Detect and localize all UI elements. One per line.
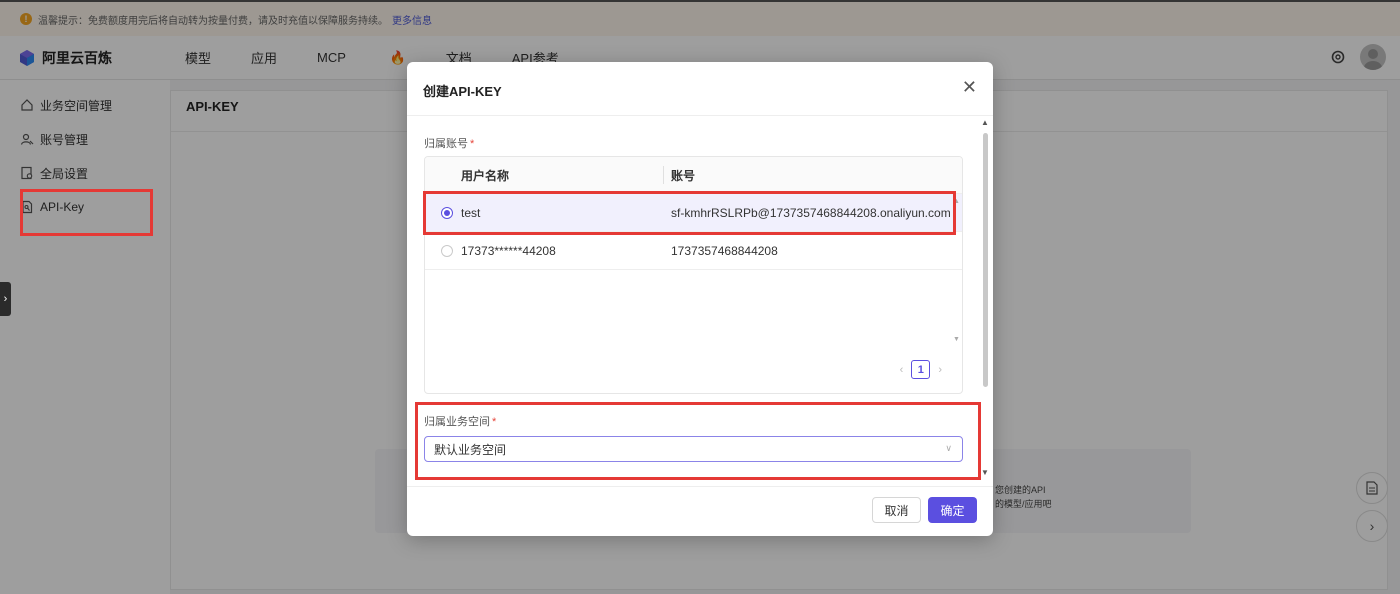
column-header-username: 用户名称 (461, 168, 510, 183)
column-header-account: 账号 (671, 168, 696, 183)
pager-next-icon[interactable]: › (938, 364, 942, 376)
sidebar-expand-toggle[interactable]: › (0, 282, 11, 316)
annotation-box-workspace (415, 402, 981, 480)
scrollbar-thumb[interactable] (983, 133, 988, 387)
dialog-title: 创建API-KEY (423, 84, 502, 99)
row-username: 17373******44208 (461, 244, 556, 258)
cancel-button[interactable]: 取消 (872, 497, 921, 523)
annotation-box-sidebar-api-key (20, 189, 153, 236)
annotation-box-selected-row (423, 191, 956, 235)
pager-current-page[interactable]: 1 (911, 360, 931, 379)
account-label-text: 归属账号 (424, 138, 468, 150)
pagination: ‹ 1 › (900, 360, 942, 379)
account-field-label: 归属账号 * (424, 135, 474, 151)
scroll-down-icon[interactable]: ▼ (981, 468, 989, 477)
dialog-footer: 取消 确定 (407, 486, 993, 536)
scroll-down-icon[interactable]: ▼ (953, 336, 960, 343)
required-mark: * (470, 138, 475, 150)
dialog-header: 创建API-KEY ✕ (407, 62, 993, 116)
chevron-right-icon: › (3, 293, 8, 305)
row-account: 1737357468844208 (671, 244, 778, 258)
pager-prev-icon[interactable]: ‹ (900, 364, 904, 376)
table-row[interactable]: 17373******44208 1737357468844208 (425, 232, 962, 270)
column-separator (663, 166, 664, 184)
close-icon[interactable]: ✕ (962, 78, 977, 96)
row-radio[interactable] (441, 245, 453, 257)
dialog-scrollbar[interactable]: ▲ ▼ (981, 118, 991, 478)
scroll-up-icon[interactable]: ▲ (981, 118, 989, 127)
table-header: 用户名称 账号 (425, 157, 962, 194)
confirm-button[interactable]: 确定 (928, 497, 977, 523)
